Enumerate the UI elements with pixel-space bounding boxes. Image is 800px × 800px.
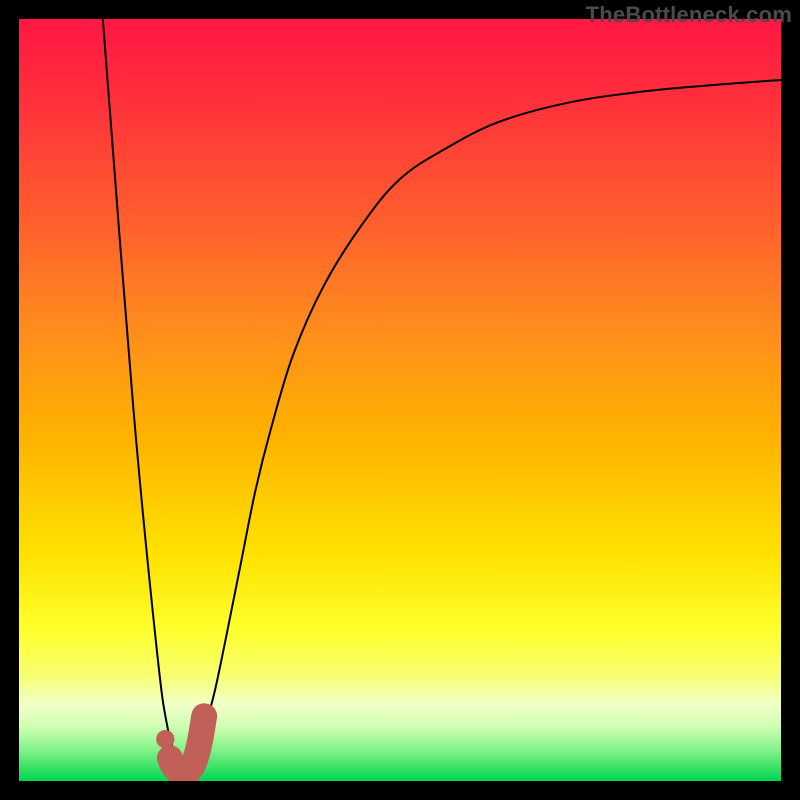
chart-frame: TheBottleneck.com xyxy=(0,0,800,800)
marker-dot xyxy=(156,730,174,748)
plot-area xyxy=(19,19,781,781)
watermark-label: TheBottleneck.com xyxy=(586,2,792,28)
chart-svg xyxy=(19,19,781,781)
